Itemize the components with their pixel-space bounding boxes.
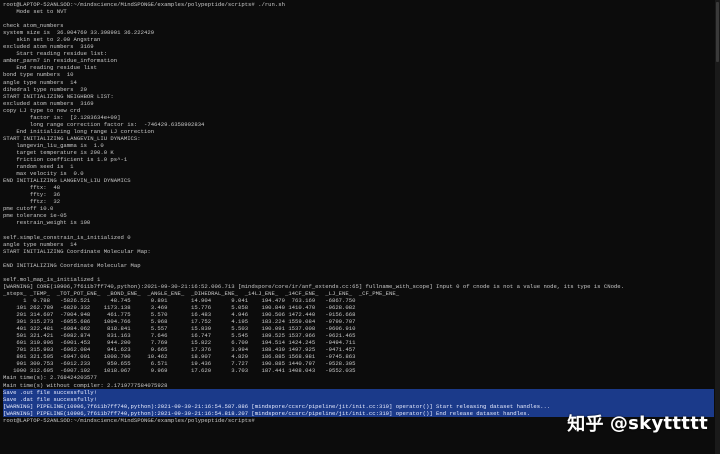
terminal-line: 201 314.607 -7004.948 461.775 5.570 16.4… [3, 311, 356, 319]
terminal-line: 401 322.481 -6984.062 818.841 5.557 15.8… [3, 325, 356, 333]
watermark-handle: @skyttttt [609, 412, 708, 434]
terminal-line: [WARNING] CORE(10906,7f611b7ff740,python… [3, 282, 625, 290]
terminal-line: bond type numbers 10 [3, 71, 74, 79]
terminal-line: [WARNING] PIPELINE(10906,7f611b7ff740,py… [3, 402, 714, 410]
terminal-line: excluded atom numbers 3169 [3, 43, 94, 51]
scrollbar[interactable] [715, 0, 720, 454]
terminal-line: Main time(s) without compiler: 2.1719777… [3, 381, 168, 389]
terminal-line: angle type numbers 14 [3, 240, 77, 248]
terminal-line: START INITIALIZING NEIGHBOR LIST: [3, 92, 114, 100]
terminal-line: long range correction factor is: -746429… [3, 120, 205, 128]
terminal-line: fftz: 32 [3, 198, 61, 206]
terminal-line: 101 262.789 -6829.332 1173.138 3.469 15.… [3, 304, 356, 312]
terminal-line: pme tolerance 1e-05 [3, 212, 67, 220]
terminal-line: langevin_liu_gamma is 1.0 [3, 141, 104, 149]
terminal-line: START INITIALIZING Coordinate Molecular … [3, 247, 151, 255]
terminal-line: restrain_weight is 100 [3, 219, 91, 227]
watermark: 知乎 @skyttttt [567, 410, 708, 436]
terminal-line: ffty: 36 [3, 191, 61, 199]
terminal-line: excluded atom numbers 3169 [3, 99, 94, 107]
terminal-line: Start reading residue list: [3, 50, 108, 58]
terminal-line: fftx: 48 [3, 184, 61, 192]
terminal-line: friction coefficient is 1.0 ps^-1 [3, 156, 128, 164]
terminal-line: 501 321.421 -6982.874 831.163 7.646 16.7… [3, 332, 356, 340]
terminal-line: 1000 312.605 -6907.192 1018.067 9.969 17… [3, 367, 356, 375]
terminal-line: END INITIALIZING LANGEVIN_LIU DYNAMICS [3, 177, 131, 185]
zhihu-logo: 知乎 [567, 414, 604, 435]
shell-prompt-line: root@LAPTOP-52ANLSOD:~/mindscience/MindS… [3, 1, 285, 8]
terminal-line: amber_parm7 in residue_information [3, 57, 118, 65]
terminal-output[interactable]: root@LAPTOP-52ANLSOD:~/mindscience/MindS… [3, 1, 714, 424]
terminal-line: Save .dat file successfully! [3, 395, 714, 403]
terminal-line: system size is 36.004769 33.398901 36.22… [3, 29, 155, 37]
terminal-line: factor is: [2.1283634e+09] [3, 113, 121, 121]
terminal-line: END INITIALIZING Coordinate Molecular Ma… [3, 261, 141, 269]
scrollbar-thumb[interactable] [716, 2, 719, 62]
terminal-line: skin set to 2.00 Angstran [3, 36, 101, 44]
terminal-line: check atom_numbers [3, 22, 64, 30]
terminal-line: max velocity is 0.0 [3, 170, 84, 178]
terminal-line: angle type numbers 14 [3, 78, 77, 86]
terminal-line: Main time(s): 2.768424203577 [3, 374, 97, 382]
terminal-line: 701 315.903 -6962.084 941.623 9.665 17.3… [3, 346, 356, 354]
terminal-line: 801 321.505 -6947.001 1008.790 10.462 18… [3, 353, 356, 361]
terminal-line: random seed is 1 [3, 163, 74, 171]
terminal-line: START INITIALIZING LANGEVIN_LIU DYNAMICS… [3, 134, 141, 142]
terminal-line: 901 300.753 -6912.233 950.655 6.571 19.4… [3, 360, 356, 368]
terminal-line: Mode set to NVT [3, 8, 67, 16]
terminal-line: _steps_ _TEMP_ _TOT_POT_ENE_ _BOND_ENE_ … [3, 289, 400, 297]
terminal-line: 301 315.273 -6955.686 1004.766 5.968 17.… [3, 318, 356, 326]
terminal-line: 601 310.996 -6901.453 944.200 7.769 15.8… [3, 339, 356, 347]
terminal-line: self.simple_constrain_is_initialized 0 [3, 233, 131, 241]
terminal-line: copy LJ type to new crd [3, 106, 81, 114]
terminal-line: 1 0.788 -5826.521 48.745 0.891 14.904 9.… [3, 296, 356, 304]
terminal-line: End reading residue list [3, 64, 97, 72]
terminal-line: dihedral type numbers 20 [3, 85, 87, 93]
terminal-line: Save .out file successfully! [3, 388, 714, 396]
terminal-line: pme cutoff 10.0 [3, 205, 54, 213]
terminal-line: self.mol_map_is_initialized 1 [3, 275, 101, 283]
terminal-line: target temperature is 290.0 K [3, 148, 114, 156]
terminal-window[interactable]: root@LAPTOP-52ANLSOD:~/mindscience/MindS… [0, 0, 720, 454]
terminal-line: End initializing long range LJ correctio… [3, 127, 155, 135]
